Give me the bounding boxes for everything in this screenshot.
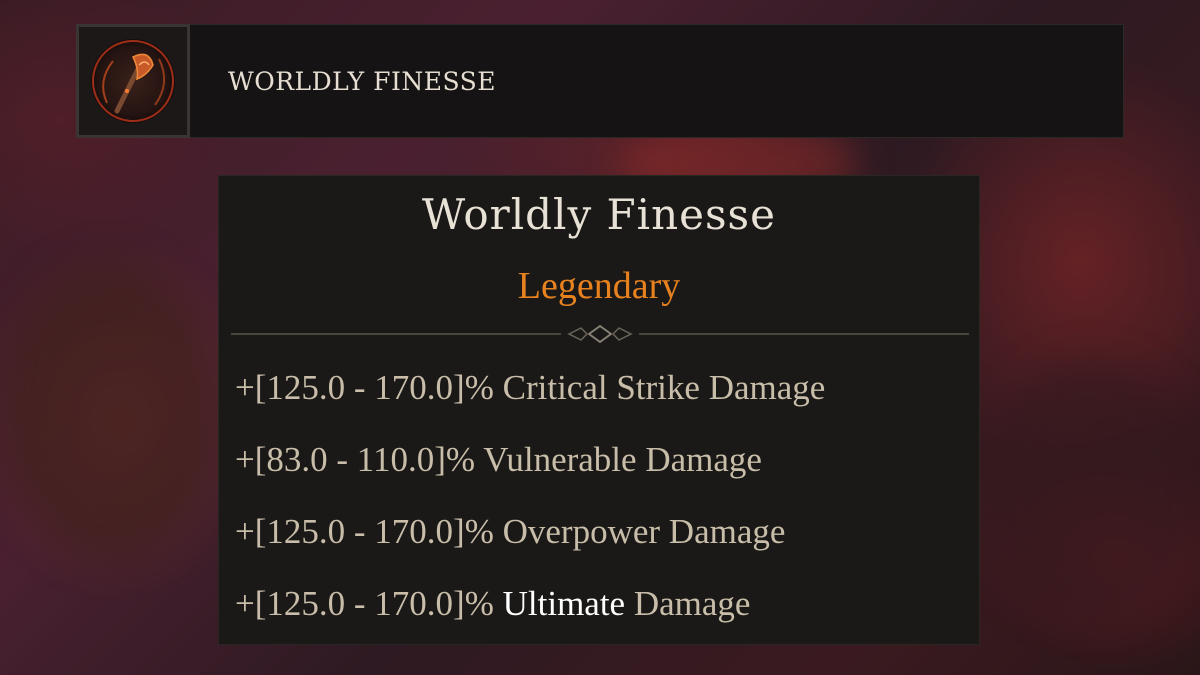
ornamental-divider — [231, 324, 969, 344]
affix-label: Critical Strike Damage — [502, 368, 826, 407]
affix-label: Vulnerable Damage — [483, 440, 762, 479]
affix-range: +[125.0 - 170.0]% — [235, 368, 494, 407]
affix-highlight: Ultimate — [502, 584, 626, 623]
tooltip-title: Worldly Finesse — [422, 190, 776, 239]
background-blur — [980, 360, 1200, 620]
affix-row: +[83.0 - 110.0]% Vulnerable Damage — [235, 440, 969, 512]
affix-row: +[125.0 - 170.0]% Ultimate Damage — [235, 584, 969, 656]
affix-label: Damage — [633, 584, 751, 623]
affix-row: +[125.0 - 170.0]% Overpower Damage — [235, 512, 969, 584]
rarity-label: Legendary — [517, 265, 681, 307]
affix-range: +[125.0 - 170.0]% — [235, 584, 494, 623]
item-header[interactable]: WORLDLY FINESSE — [76, 23, 1124, 138]
affix-range: +[125.0 - 170.0]% — [235, 512, 494, 551]
affix-row: +[125.0 - 170.0]% Critical Strike Damage — [235, 368, 969, 440]
background-blur — [0, 260, 220, 560]
affix-range: +[83.0 - 110.0]% — [235, 440, 476, 479]
item-tooltip: Worldly Finesse Legendary +[125.0 - 170.… — [218, 175, 980, 645]
item-header-name: WORLDLY FINESSE — [228, 66, 497, 96]
item-icon-frame[interactable] — [76, 23, 190, 138]
affix-list: +[125.0 - 170.0]% Critical Strike Damage… — [235, 368, 969, 656]
affix-label: Overpower Damage — [502, 512, 786, 551]
axe-icon — [91, 38, 175, 123]
